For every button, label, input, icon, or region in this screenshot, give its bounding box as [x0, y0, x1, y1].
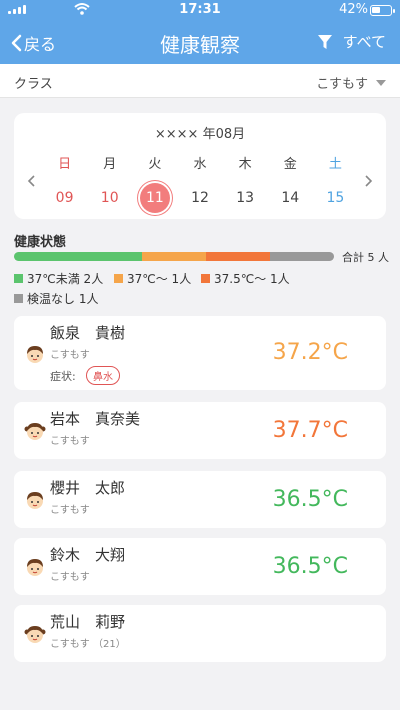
temperature: 37.2°C [272, 340, 348, 365]
legend-label: 37℃未満 2人 [27, 272, 104, 286]
calendar-card: ×××× 年08月 日 月 火 水 木 金 土 09 10 11 12 13 1… [14, 113, 386, 219]
class-selector-row: クラス こすもす [0, 64, 400, 98]
student-name: 鈴木 大翔 [50, 546, 126, 564]
back-label: 戻る [24, 35, 57, 54]
class-label: クラス [14, 77, 53, 92]
class-dropdown[interactable]: こすもす [316, 73, 386, 92]
student-class: こすもす （21） [50, 639, 126, 650]
student-card[interactable]: 櫻井 太郎 こすもす 36.5°C [14, 471, 386, 528]
boy-avatar-icon [27, 559, 43, 576]
date-14[interactable]: 14 [268, 183, 313, 213]
legend-swatch [114, 274, 123, 283]
symptom-tag: 鼻水 [86, 366, 120, 385]
health-bar-segment-unmeasured [270, 252, 334, 261]
student-card[interactable]: 鈴木 大翔 こすもす 36.5°C [14, 538, 386, 595]
filter-label: すべて [342, 33, 386, 51]
legend-item-normal: 37℃未満 2人 [14, 270, 103, 287]
legend-label: 37℃〜 1人 [127, 272, 192, 286]
health-status-bar [14, 252, 334, 261]
legend-label: 検温なし 1人 [27, 292, 99, 306]
weekday-wed: 水 [193, 157, 207, 172]
weekday-fri: 金 [283, 157, 297, 172]
weekday-mon: 月 [103, 157, 117, 172]
calendar-month: ×××× 年08月 [154, 127, 246, 142]
weekday-sun: 日 [58, 157, 72, 172]
student-card[interactable]: 岩本 真奈美 こすもす 37.7°C [14, 402, 386, 459]
date-11-selected[interactable]: 11 [132, 183, 177, 213]
battery-icon [370, 5, 395, 16]
temperature: 37.7°C [272, 418, 348, 443]
filter-button[interactable]: すべて [317, 31, 386, 52]
temperature: 36.5°C [272, 554, 348, 579]
chevron-left-icon [11, 34, 22, 52]
legend-swatch [14, 294, 23, 303]
legend-label: 37.5℃〜 1人 [214, 272, 290, 286]
date-09[interactable]: 09 [42, 183, 87, 213]
nav-bar: 戻る 健康観察 すべて [0, 20, 400, 64]
health-bar-segment-fever [206, 252, 270, 261]
chevron-right-icon[interactable] [358, 171, 378, 191]
legend-item-mild: 37℃〜 1人 [114, 270, 191, 287]
girl-avatar-icon [24, 626, 46, 643]
legend-swatch [14, 274, 23, 283]
date-11-label: 11 [145, 190, 164, 206]
student-name: 櫻井 太郎 [50, 479, 126, 497]
student-class: こすもす [50, 436, 90, 447]
legend-item-fever: 37.5℃〜 1人 [201, 270, 290, 287]
weekday-sat: 土 [328, 157, 342, 172]
battery-percentage: 42% [339, 2, 368, 17]
date-10[interactable]: 10 [87, 183, 132, 213]
class-value: こすもす [316, 77, 368, 92]
legend-swatch [201, 274, 210, 283]
girl-avatar-icon [24, 423, 46, 440]
boy-avatar-icon [27, 346, 43, 363]
health-bar-segment-normal [14, 252, 142, 261]
student-name: 飯泉 貴樹 [50, 324, 126, 342]
caret-down-icon [376, 79, 386, 86]
student-name: 岩本 真奈美 [50, 410, 141, 428]
legend-item-unmeasured: 検温なし 1人 [14, 290, 98, 307]
filter-icon [317, 34, 332, 49]
health-status-title: 健康状態 [14, 235, 67, 250]
date-12[interactable]: 12 [177, 183, 222, 213]
health-total: 合計 5 人 [342, 251, 389, 264]
student-class: こすもす [50, 572, 90, 583]
chevron-left-icon[interactable] [22, 171, 42, 191]
date-15[interactable]: 15 [313, 183, 358, 213]
student-card[interactable]: 荒山 莉野 こすもす （21） [14, 605, 386, 662]
boy-avatar-icon [27, 492, 43, 509]
student-card[interactable]: 飯泉 貴樹 こすもす 症状: 鼻水 37.2°C [14, 316, 386, 390]
date-13[interactable]: 13 [223, 183, 268, 213]
student-name: 荒山 莉野 [50, 613, 126, 631]
health-bar-segment-mild [142, 252, 206, 261]
temperature: 36.5°C [272, 487, 348, 512]
date-row: 09 10 11 12 13 14 15 [42, 183, 358, 213]
student-class: こすもす [50, 505, 90, 516]
status-bar: 17:31 42% [0, 0, 400, 20]
symptom-label: 症状: [50, 370, 76, 383]
weekday-row: 日 月 火 水 木 金 土 [42, 153, 358, 172]
weekday-tue: 火 [148, 157, 162, 172]
student-class: こすもす [50, 350, 90, 361]
weekday-thu: 木 [238, 157, 252, 172]
back-button[interactable]: 戻る [10, 31, 56, 55]
